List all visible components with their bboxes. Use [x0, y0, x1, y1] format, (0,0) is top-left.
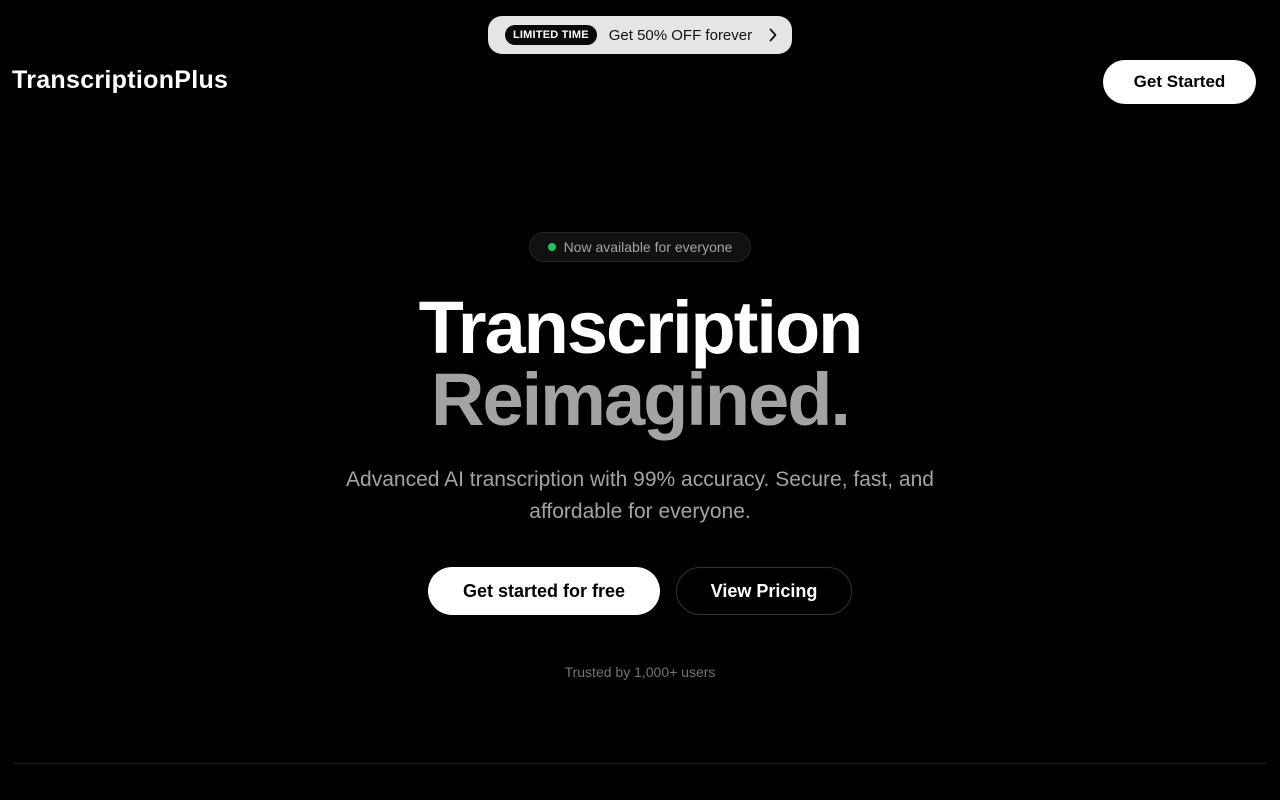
availability-text: Now available for everyone	[563, 239, 733, 255]
chevron-right-icon	[766, 28, 780, 42]
status-dot-icon	[547, 243, 556, 251]
hero-title-line1: Transcription	[418, 286, 864, 369]
get-started-free-button[interactable]: Get started for free	[428, 567, 660, 615]
hero-title-line2: Reimagined.	[431, 358, 851, 441]
hero-title: Transcription Reimagined.	[0, 286, 1280, 441]
promo-badge: LIMITED TIME	[505, 25, 597, 45]
hero-subtitle: Advanced AI transcription with 99% accur…	[346, 468, 934, 523]
availability-badge: Now available for everyone	[529, 232, 751, 262]
trusted-text: Trusted by 1,000+ users	[564, 664, 716, 680]
landing-page: LIMITED TIME Get 50% OFF forever Transcr…	[0, 0, 1280, 800]
promo-banner[interactable]: LIMITED TIME Get 50% OFF forever	[488, 16, 792, 54]
get-started-button[interactable]: Get Started	[1103, 60, 1256, 104]
section-divider	[13, 763, 1267, 764]
brand-logo[interactable]: TranscriptionPlus	[12, 66, 228, 95]
view-pricing-button[interactable]: View Pricing	[676, 567, 852, 615]
promo-text: Get 50% OFF forever	[608, 26, 753, 44]
